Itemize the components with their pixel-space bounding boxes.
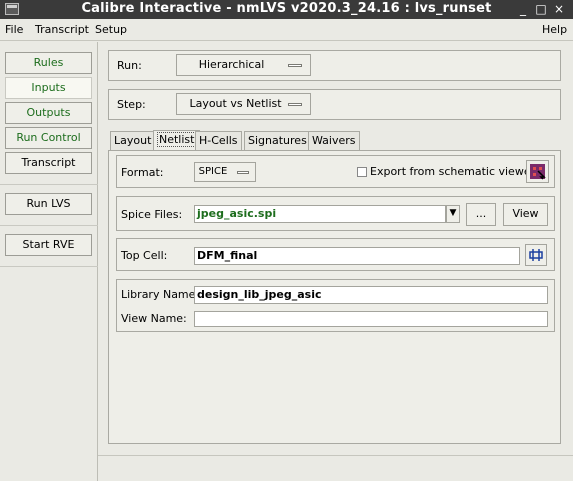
format-label: Format: [121,166,164,179]
tab-waivers[interactable]: Waivers [308,131,360,150]
nav-divider [0,184,98,185]
top-cell-label: Top Cell: [121,249,168,262]
nav-outputs-button[interactable]: Outputs [5,102,92,124]
nav-rules-button[interactable]: Rules [5,52,92,74]
tab-netlist[interactable]: Netlist [153,130,201,150]
spice-files-history-button[interactable]: ▼ [446,205,460,223]
step-value: Layout vs Netlist [189,97,282,110]
tab-layout[interactable]: Layout [110,131,156,150]
library-name-label: Library Name: [121,288,200,301]
run-panel: Run: Hierarchical [108,50,561,81]
browse-button[interactable]: ... [466,203,496,226]
maximize-icon[interactable]: □ [533,1,549,17]
run-mode-dropdown[interactable]: Hierarchical [176,54,311,76]
nav-transcript-button[interactable]: Transcript [5,152,92,174]
menu-help[interactable]: Help [542,23,567,36]
step-panel: Step: Layout vs Netlist [108,89,561,120]
start-rve-button[interactable]: Start RVE [5,234,92,256]
run-label: Run: [117,59,142,72]
schematic-viewer-button[interactable] [526,160,549,183]
status-bar [98,455,573,481]
top-cell-group: Top Cell: DFM_final [116,238,555,271]
menu-bar: File Transcript Setup Help [0,19,573,41]
nav-divider [0,225,98,226]
menu-file[interactable]: File [5,23,23,36]
export-checkbox[interactable] [357,167,367,177]
format-value: SPICE [198,166,228,177]
tab-signatures[interactable]: Signatures [244,131,311,150]
nav-divider [0,266,98,267]
hierarchy-browser-button[interactable] [525,244,547,266]
close-icon[interactable]: × [551,1,567,17]
tab-netlist-label: Netlist [157,132,197,147]
format-dropdown[interactable]: SPICE [194,162,256,182]
tab-h-cells[interactable]: H-Cells [195,131,242,150]
spice-files-group: Spice Files: jpeg_asic.spi ▼ ... View [116,196,555,231]
step-dropdown[interactable]: Layout vs Netlist [176,93,311,115]
menu-setup[interactable]: Setup [95,23,127,36]
left-nav: Rules Inputs Outputs Run Control Transcr… [0,42,98,481]
library-group: Library Name: design_lib_jpeg_asic View … [116,279,555,332]
window-title: Calibre Interactive - nmLVS v2020.3_24.1… [81,1,492,16]
double-chevron-down-icon: ▼ [449,208,457,218]
run-lvs-button[interactable]: Run LVS [5,193,92,215]
dropdown-indicator-icon [288,103,302,106]
nav-run-control-button[interactable]: Run Control [5,127,92,149]
title-bar: Calibre Interactive - nmLVS v2020.3_24.1… [0,0,573,19]
top-cell-input[interactable]: DFM_final [194,247,520,265]
nav-inputs-button[interactable]: Inputs [5,77,92,99]
view-name-input[interactable] [194,311,548,327]
format-group: Format: SPICE Export from schematic view… [116,155,555,188]
spice-files-label: Spice Files: [121,208,183,221]
view-name-label: View Name: [121,312,187,325]
schematic-viewer-icon [530,164,546,180]
export-label: Export from schematic viewer [370,165,536,178]
run-mode-value: Hierarchical [198,58,265,71]
minimize-icon[interactable]: _ [515,1,531,17]
library-name-input[interactable]: design_lib_jpeg_asic [194,286,548,304]
view-button[interactable]: View [503,203,548,226]
dropdown-indicator-icon [288,64,302,67]
spice-files-input[interactable]: jpeg_asic.spi [194,205,446,223]
menu-transcript[interactable]: Transcript [35,23,89,36]
step-label: Step: [117,98,146,111]
dropdown-indicator-icon [237,171,249,174]
hierarchy-icon [529,249,543,261]
